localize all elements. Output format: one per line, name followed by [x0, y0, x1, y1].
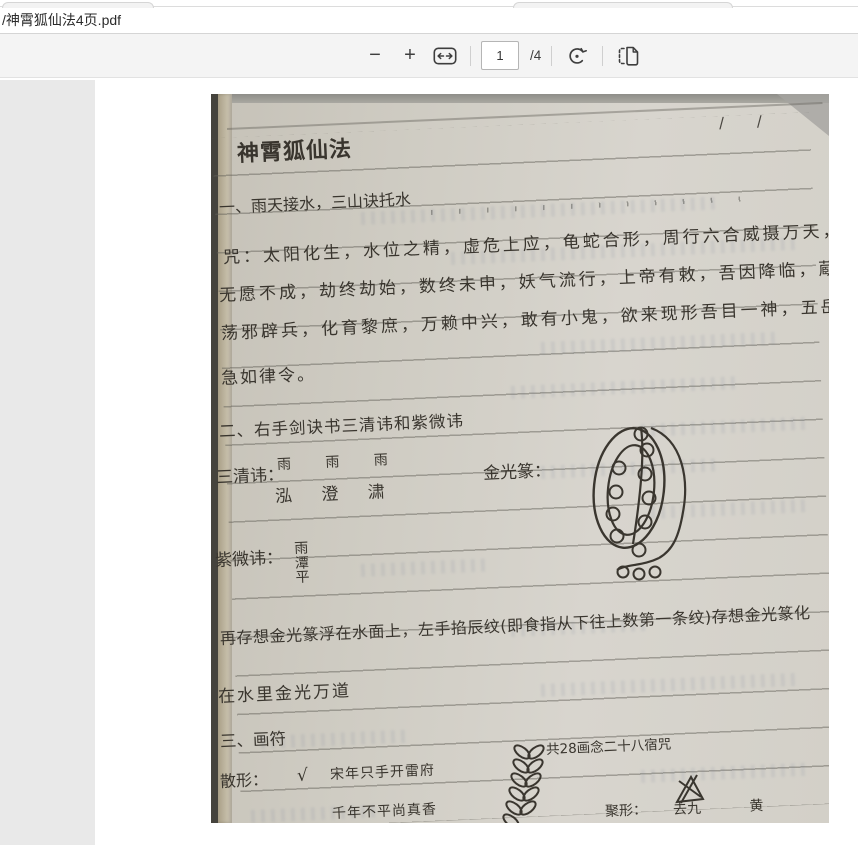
jinguang-sigil-drawing: [592, 426, 687, 581]
ziwei-glyph-part: 雨: [293, 540, 309, 558]
fit-to-width-button[interactable]: [430, 41, 460, 71]
talisman-braid-drawing: [502, 744, 545, 823]
section-3-heading: 三、画符: [219, 729, 287, 751]
corner-pen-marks: / /: [718, 111, 777, 132]
toolbar-divider: [551, 45, 553, 66]
browser-tab[interactable]: [513, 2, 733, 8]
zoom-in-button[interactable]: +: [395, 41, 425, 71]
check-mark: √: [296, 765, 309, 786]
page-view-icon: [618, 46, 639, 66]
pdf-toolbar: − + /4: [0, 34, 858, 78]
handwritten-title: 神霄狐仙法: [236, 136, 353, 167]
rotate-icon: [569, 47, 588, 64]
incantation-line: 急如律令。: [220, 364, 317, 389]
ziwei-label: 紫微讳：: [214, 548, 284, 571]
document-title: /神霄狐仙法4页.pdf: [2, 12, 122, 28]
photo-top-edge: [211, 94, 829, 103]
juxing-label: 聚形：: [604, 802, 648, 820]
pdf-title-bar: /神霄狐仙法4页.pdf: [0, 7, 858, 34]
left-gutter: [0, 80, 95, 845]
fit-to-width-icon: [433, 46, 457, 64]
ziwei-glyph-part: 平: [295, 569, 310, 587]
sanqing-glyphs-bottom: 泓 澄 㴋: [274, 481, 398, 507]
page-view-button[interactable]: [613, 41, 643, 71]
browser-tab[interactable]: [2, 2, 154, 8]
toolbar-divider: [470, 45, 471, 66]
toolbar-controls: − + /4: [360, 41, 643, 71]
sanxing-label: 散形：: [219, 769, 269, 791]
page-number-input[interactable]: [481, 41, 519, 70]
zoom-out-button[interactable]: −: [360, 41, 390, 71]
scanned-page-photo: / / 神霄狐仙法 一、雨天接水，三山诀托水 咒：太阳化生，水位之精，虚危上应，…: [211, 94, 829, 823]
ziwei-glyph-stack: 雨 潭 平: [293, 540, 310, 587]
toolbar-divider: [602, 45, 604, 66]
jinguang-label: 金光篆：: [482, 461, 552, 484]
page-count-label: /4: [530, 48, 542, 63]
pdf-viewer: / / 神霄狐仙法 一、雨天接水，三山诀托水 咒：太阳化生，水位之精，虚危上应，…: [0, 80, 858, 845]
browser-tab-strip: [0, 0, 858, 8]
rotate-button[interactable]: [562, 41, 592, 71]
talisman-triangle-drawing: [675, 774, 705, 804]
